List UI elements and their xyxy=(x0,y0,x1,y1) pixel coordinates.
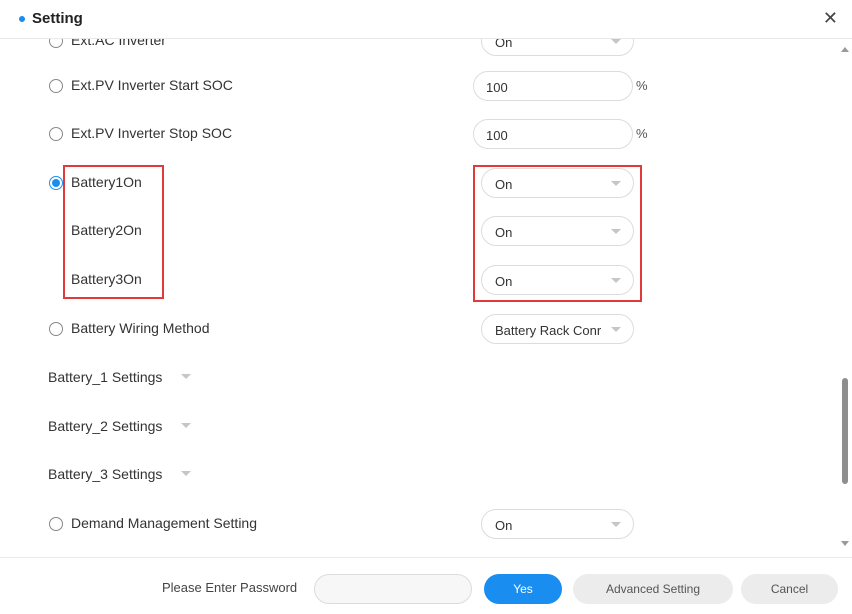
yes-button[interactable]: Yes xyxy=(484,574,562,604)
radio-pv-stop-soc[interactable] xyxy=(49,127,63,141)
scrollbar-thumb[interactable] xyxy=(842,378,848,484)
row-ext-ac-inverter: Ext.AC Inverter On xyxy=(0,39,836,57)
title-dot-icon xyxy=(19,16,25,22)
input-pv-start-soc[interactable]: 100 xyxy=(473,71,633,101)
cancel-button[interactable]: Cancel xyxy=(741,574,838,604)
scroll-down-arrow-icon[interactable] xyxy=(841,541,849,546)
expand-arrow-icon[interactable] xyxy=(181,471,191,476)
dialog-header: Setting ✕ xyxy=(0,0,852,39)
label-demand-management: Demand Management Setting xyxy=(71,515,257,531)
label-battery3-settings: Battery_3 Settings xyxy=(48,466,163,482)
chevron-down-icon xyxy=(611,327,621,332)
advanced-setting-button[interactable]: Advanced Setting xyxy=(573,574,733,604)
expand-arrow-icon[interactable] xyxy=(181,374,191,379)
row-wiring-method: Battery Wiring Method Battery Rack Conr xyxy=(0,313,836,345)
unit-pv-stop-soc: % xyxy=(636,126,648,141)
scroll-up-arrow-icon[interactable] xyxy=(841,47,849,52)
label-pv-stop-soc: Ext.PV Inverter Stop SOC xyxy=(71,125,233,141)
close-icon[interactable]: ✕ xyxy=(823,8,838,29)
select-demand-management[interactable]: On xyxy=(481,509,634,539)
label-battery2-settings: Battery_2 Settings xyxy=(48,418,163,434)
password-label: Please Enter Password xyxy=(162,580,298,595)
row-pv-stop-soc: Ext.PV Inverter Stop SOC 100 % xyxy=(0,118,836,150)
radio-demand-management[interactable] xyxy=(49,517,63,531)
dialog-title: Setting xyxy=(32,10,83,27)
section-battery2-settings[interactable]: Battery_2 Settings xyxy=(0,411,836,443)
chevron-down-icon xyxy=(611,39,621,44)
row-pv-start-soc: Ext.PV Inverter Start SOC 100 % xyxy=(0,70,836,102)
settings-list: Ext.AC Inverter On Ext.PV Inverter Start… xyxy=(0,39,836,555)
radio-ext-ac-inverter[interactable] xyxy=(49,39,63,48)
label-ext-ac-inverter: Ext.AC Inverter xyxy=(71,39,166,48)
unit-pv-start-soc: % xyxy=(636,78,648,93)
input-pv-stop-soc[interactable]: 100 xyxy=(473,119,633,149)
select-wiring-method[interactable]: Battery Rack Conr xyxy=(481,314,634,344)
select-ext-ac-inverter[interactable]: On xyxy=(481,39,634,56)
radio-wiring-method[interactable] xyxy=(49,322,63,336)
row-demand-management: Demand Management Setting On xyxy=(0,508,836,540)
section-battery1-settings[interactable]: Battery_1 Settings xyxy=(0,362,836,394)
radio-pv-start-soc[interactable] xyxy=(49,79,63,93)
expand-arrow-icon[interactable] xyxy=(181,423,191,428)
section-battery3-settings[interactable]: Battery_3 Settings xyxy=(0,459,836,491)
highlight-box-values xyxy=(473,165,642,302)
label-wiring-method: Battery Wiring Method xyxy=(71,320,210,336)
scrollbar[interactable] xyxy=(838,39,852,555)
label-battery1-settings: Battery_1 Settings xyxy=(48,369,163,385)
chevron-down-icon xyxy=(611,522,621,527)
dialog-footer: Please Enter Password Yes Advanced Setti… xyxy=(0,557,852,614)
label-pv-start-soc: Ext.PV Inverter Start SOC xyxy=(71,77,233,93)
highlight-box-labels xyxy=(63,165,164,299)
password-input[interactable] xyxy=(314,574,472,604)
radio-battery1[interactable] xyxy=(49,176,63,190)
